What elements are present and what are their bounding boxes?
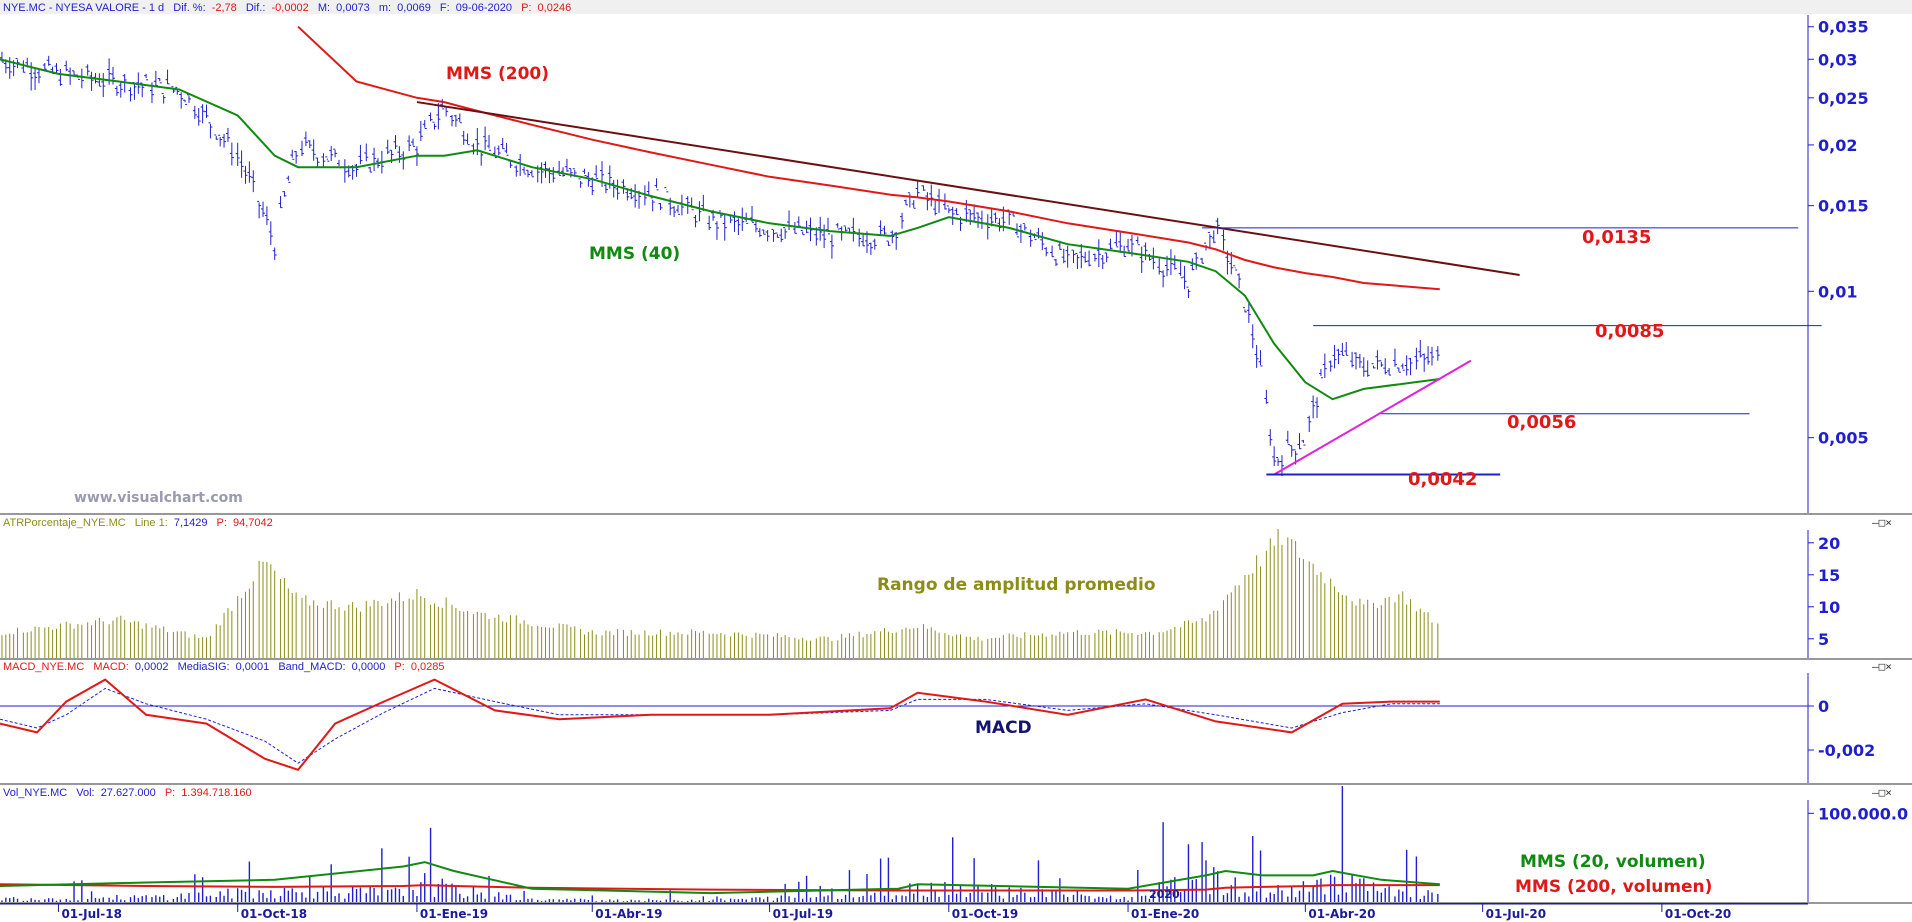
price-y-tick-label: 0,02 (1818, 136, 1857, 155)
atr-panel-buttons[interactable]: –□× (1872, 516, 1892, 529)
atr-y-tick-label: 15 (1818, 566, 1840, 585)
price-y-tick-label: 0,01 (1818, 282, 1857, 301)
macd-y-tick-label: -0,002 (1818, 741, 1875, 760)
price-y-tick-label: 0,005 (1818, 429, 1869, 448)
price-y-tick-label: 0,035 (1818, 18, 1869, 37)
volume-y-tick-label: 100.000.0 (1818, 804, 1908, 823)
macd-panel-buttons[interactable]: –□× (1872, 660, 1892, 673)
volume-header: Vol_NYE.MC Vol: 27.627.000 P: 1.394.718.… (3, 787, 252, 799)
chart-canvas: 0,035 0,03 0,025 0,02 0,015 0,01 0,005 01-Jul-1… (0, 0, 1912, 922)
annotation-mms200: MMS (200) (446, 64, 549, 84)
atr-y-tick-label: 20 (1818, 534, 1840, 553)
atr-y-tick-label: 10 (1818, 598, 1840, 617)
volume-panel-buttons[interactable]: –□× (1872, 786, 1892, 799)
date-tick-label: 01-Ene-19 (420, 907, 488, 921)
date-tick-label: 01-Oct-19 (952, 907, 1018, 921)
level-label-0056: 0,0056 (1507, 412, 1576, 433)
price-y-tick-label: 0,025 (1818, 89, 1869, 108)
date-tick-label: 01-Abr-20 (1308, 907, 1375, 921)
annotation-vol-mms20: MMS (20, volumen) (1520, 852, 1706, 872)
date-tick-label: 01-Jul-20 (1486, 907, 1546, 921)
date-tick-label: 01-Ene-20 (1131, 907, 1199, 921)
level-label-0042: 0,0042 (1408, 469, 1477, 490)
price-y-tick-label: 0,015 (1818, 197, 1869, 216)
date-tick-label: 01-Oct-20 (1665, 907, 1731, 921)
macd-y-tick-label: 0 (1818, 697, 1829, 716)
level-label-0135: 0,0135 (1582, 227, 1651, 248)
macd-header: MACD_NYE.MC MACD: 0,0002 MediaSIG: 0,000… (3, 661, 445, 673)
date-tick-label: 01-Abr-19 (595, 907, 662, 921)
price-header: NYE.MC - NYESA VALORE - 1 d Dif. %: -2,7… (3, 2, 571, 14)
macd-title: MACD (975, 718, 1032, 738)
atr-header: ATRPorcentaje_NYE.MC Line 1: 7,1429 P: 9… (3, 517, 273, 529)
atr-y-tick-label: 5 (1818, 630, 1829, 649)
atr-title: Rango de amplitud promedio (877, 575, 1156, 595)
level-label-0085: 0,0085 (1595, 321, 1664, 342)
watermark: www.visualchart.com (74, 490, 243, 506)
year-marker-2020: 2020 (1149, 888, 1180, 901)
date-tick-label: 01-Jul-18 (61, 907, 121, 921)
price-y-tick-label: 0,03 (1818, 50, 1857, 69)
annotation-mms40: MMS (40) (589, 244, 680, 264)
date-tick-label: 01-Oct-18 (241, 907, 307, 921)
date-tick-label: 01-Jul-19 (773, 907, 833, 921)
annotation-vol-mms200: MMS (200, volumen) (1515, 877, 1712, 897)
